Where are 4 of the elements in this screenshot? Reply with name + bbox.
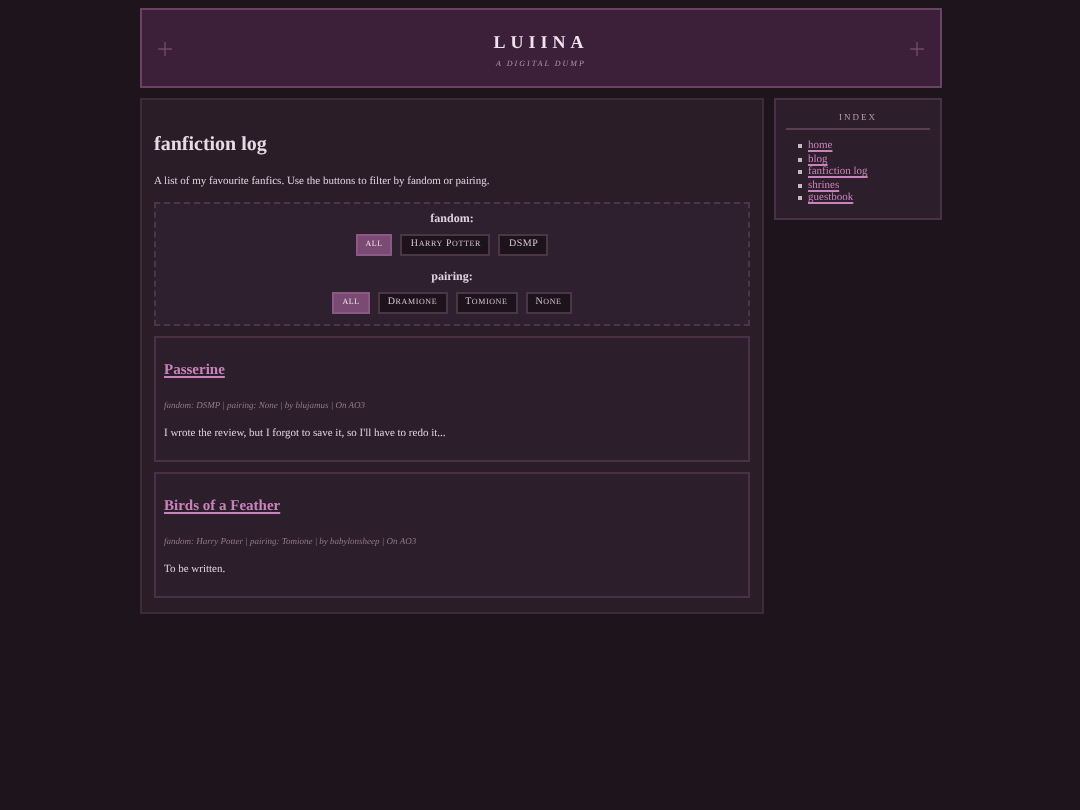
cross-icon: [909, 41, 924, 55]
page-heading: fanfiction log: [154, 134, 269, 156]
cross-icon: [158, 41, 172, 55]
site-title: LUIINA: [493, 32, 589, 52]
